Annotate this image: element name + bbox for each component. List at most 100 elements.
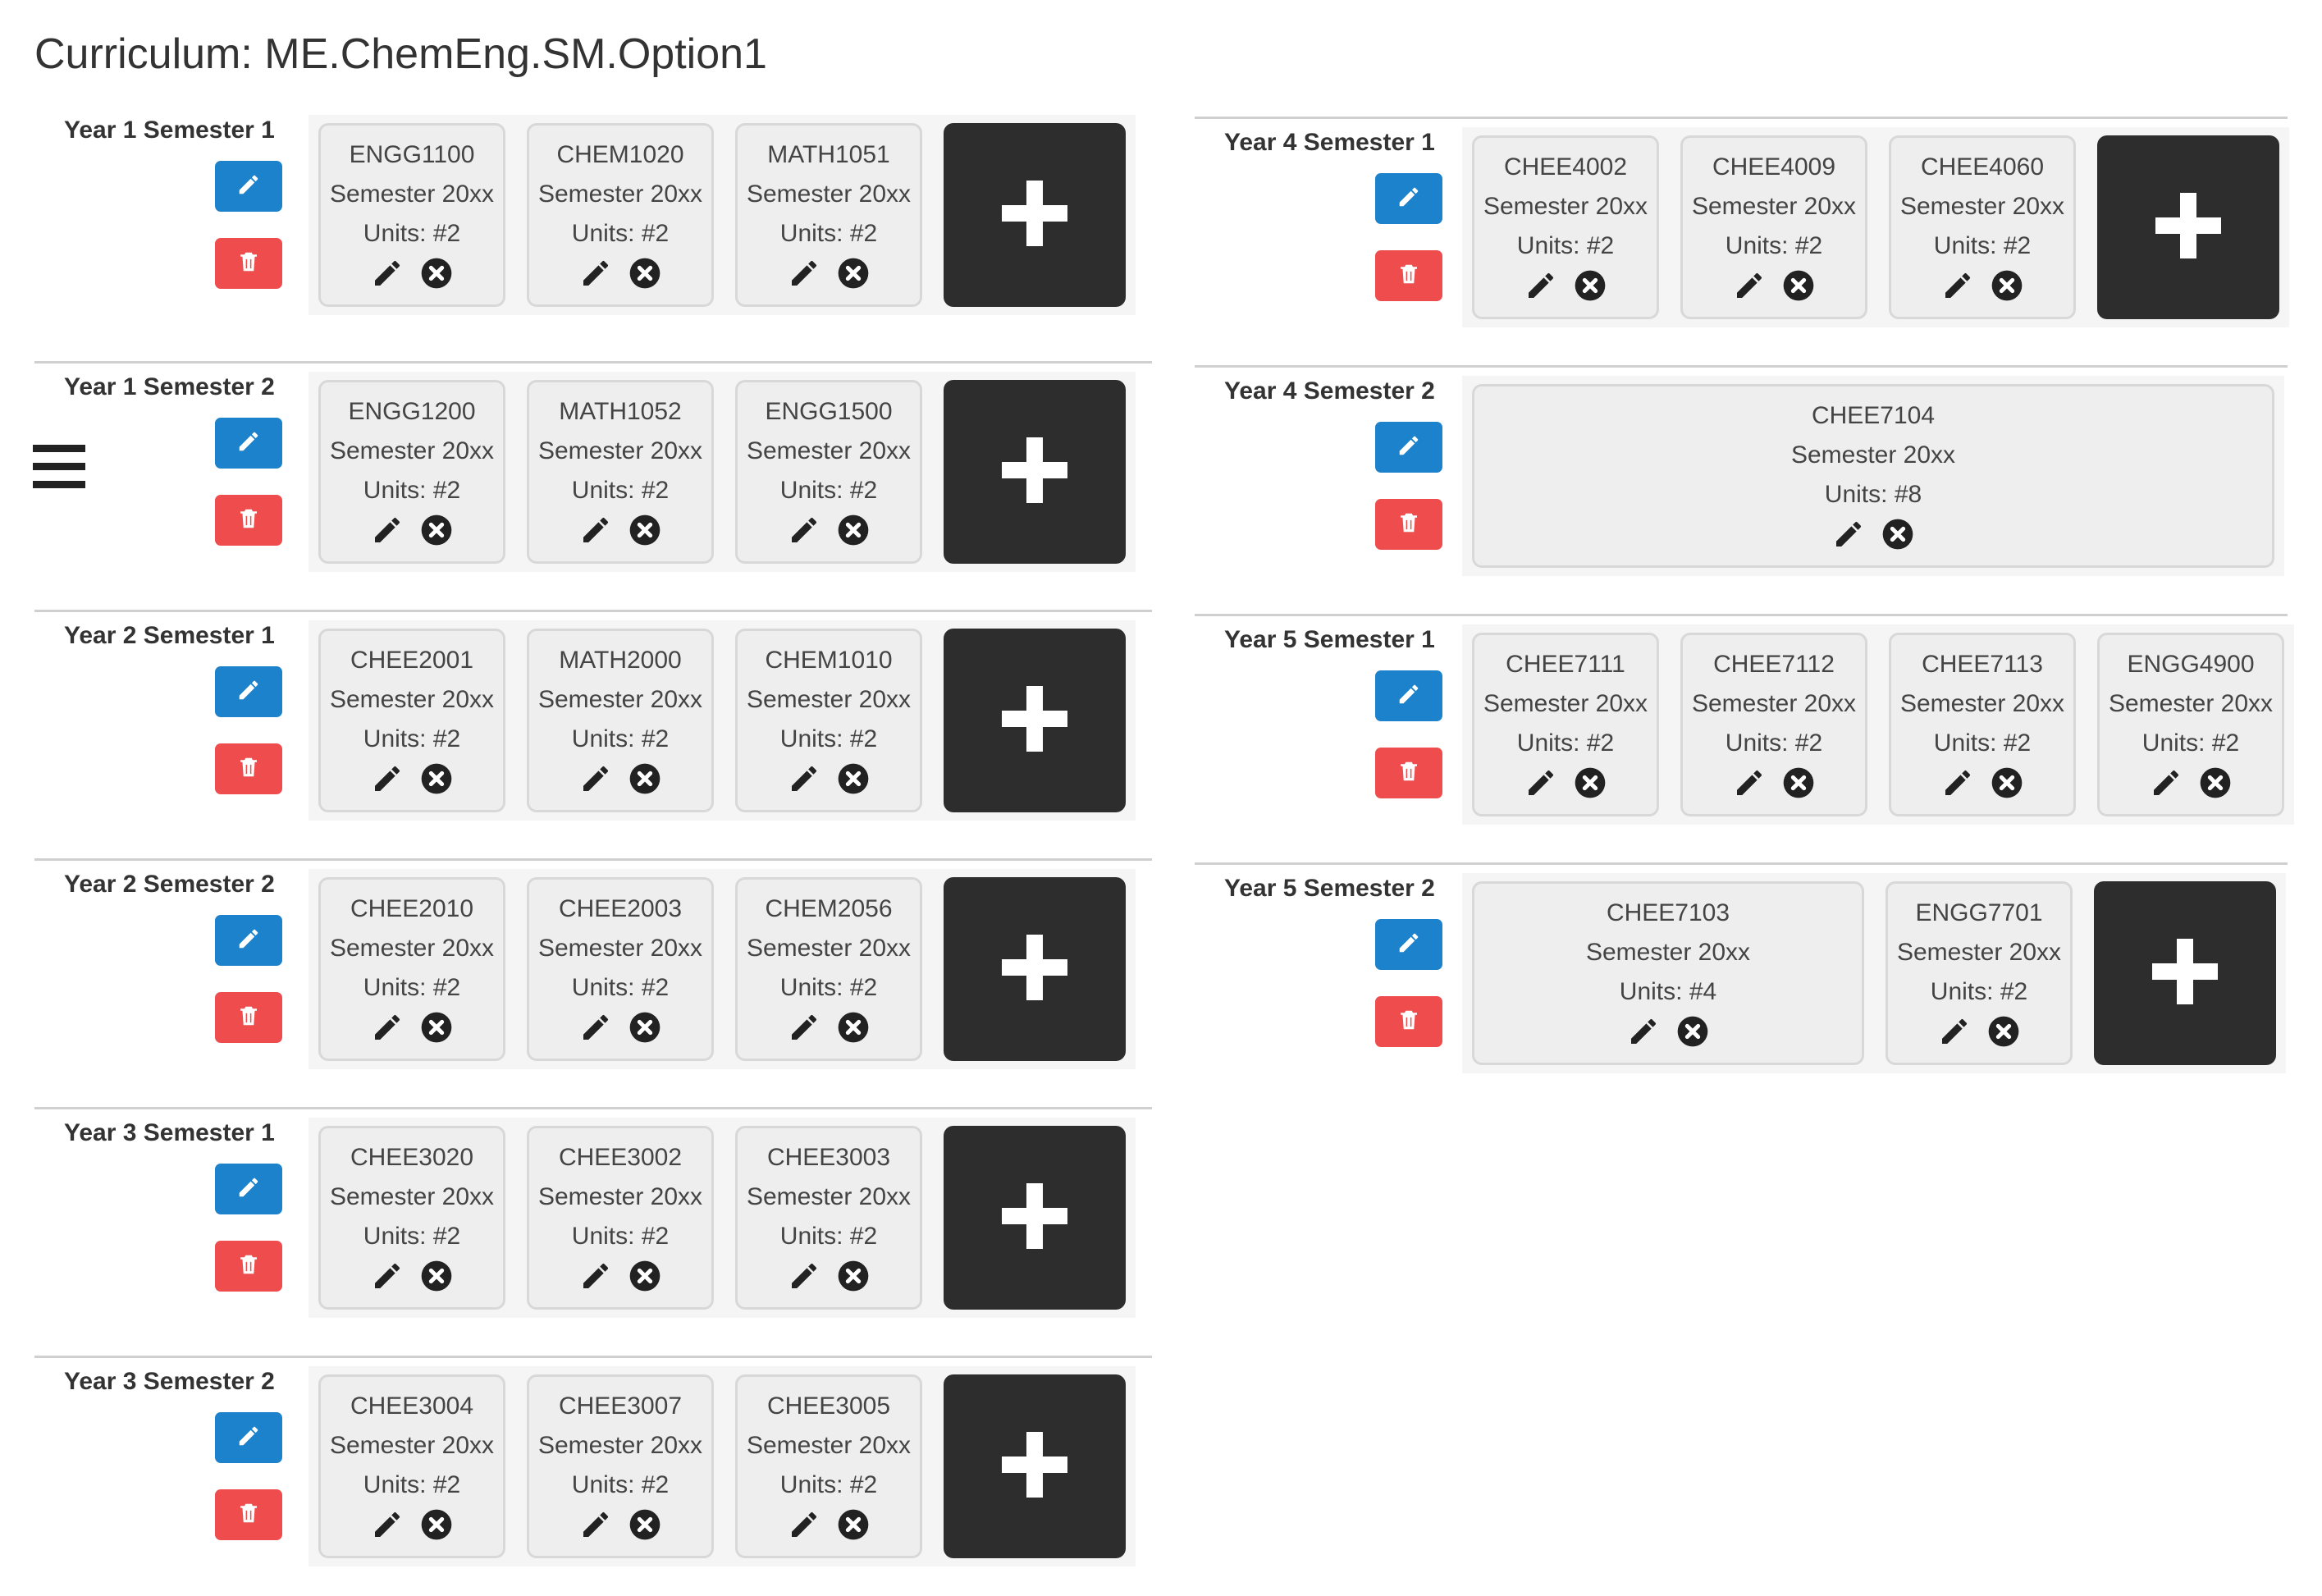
remove-course-icon[interactable] (837, 762, 870, 795)
course-card[interactable]: CHEE4009 Semester 20xx Units: #2 (1680, 135, 1867, 319)
course-card[interactable]: CHEE2001 Semester 20xx Units: #2 (318, 629, 505, 812)
remove-course-icon[interactable] (628, 1508, 661, 1541)
edit-course-pencil-icon[interactable] (788, 257, 820, 290)
remove-course-icon[interactable] (420, 514, 453, 546)
edit-course-pencil-icon[interactable] (1627, 1015, 1660, 1048)
remove-course-icon[interactable] (628, 257, 661, 290)
edit-course-pencil-icon[interactable] (371, 1011, 404, 1044)
remove-course-icon[interactable] (628, 1011, 661, 1044)
remove-course-icon[interactable] (420, 1011, 453, 1044)
add-course-button[interactable] (944, 380, 1126, 564)
course-card[interactable]: MATH2000 Semester 20xx Units: #2 (527, 629, 714, 812)
edit-course-pencil-icon[interactable] (788, 514, 820, 546)
remove-course-icon[interactable] (2199, 766, 2232, 799)
remove-course-icon[interactable] (628, 514, 661, 546)
course-card[interactable]: ENGG1200 Semester 20xx Units: #2 (318, 380, 505, 564)
course-card[interactable]: CHEE7112 Semester 20xx Units: #2 (1680, 633, 1867, 816)
remove-course-icon[interactable] (420, 1260, 453, 1292)
edit-course-pencil-icon[interactable] (371, 257, 404, 290)
course-card[interactable]: CHEE3007 Semester 20xx Units: #2 (527, 1374, 714, 1558)
add-course-button[interactable] (2094, 881, 2276, 1065)
edit-semester-button[interactable] (1375, 670, 1442, 721)
remove-course-icon[interactable] (1676, 1015, 1709, 1048)
edit-semester-button[interactable] (215, 1164, 282, 1214)
course-card[interactable]: CHEE3005 Semester 20xx Units: #2 (735, 1374, 922, 1558)
course-card[interactable]: ENGG7701 Semester 20xx Units: #2 (1885, 881, 2073, 1065)
course-card[interactable]: CHEM2056 Semester 20xx Units: #2 (735, 877, 922, 1061)
edit-semester-button[interactable] (1375, 919, 1442, 970)
remove-course-icon[interactable] (420, 1508, 453, 1541)
delete-semester-button[interactable] (1375, 499, 1442, 550)
remove-course-icon[interactable] (1991, 269, 2023, 302)
course-card[interactable]: CHEE7113 Semester 20xx Units: #2 (1889, 633, 2076, 816)
delete-semester-button[interactable] (215, 238, 282, 289)
course-card[interactable]: CHEE4060 Semester 20xx Units: #2 (1889, 135, 2076, 319)
edit-course-pencil-icon[interactable] (2150, 766, 2183, 799)
remove-course-icon[interactable] (837, 1260, 870, 1292)
remove-course-icon[interactable] (1881, 518, 1914, 551)
add-course-button[interactable] (944, 1126, 1126, 1310)
edit-course-pencil-icon[interactable] (1524, 766, 1557, 799)
add-course-button[interactable] (944, 877, 1126, 1061)
remove-course-icon[interactable] (1782, 766, 1815, 799)
course-card[interactable]: ENGG1100 Semester 20xx Units: #2 (318, 123, 505, 307)
add-course-button[interactable] (944, 1374, 1126, 1558)
course-card[interactable]: CHEE4002 Semester 20xx Units: #2 (1472, 135, 1659, 319)
course-card[interactable]: ENGG1500 Semester 20xx Units: #2 (735, 380, 922, 564)
course-card[interactable]: MATH1051 Semester 20xx Units: #2 (735, 123, 922, 307)
edit-course-pencil-icon[interactable] (371, 762, 404, 795)
remove-course-icon[interactable] (1574, 269, 1607, 302)
remove-course-icon[interactable] (1782, 269, 1815, 302)
edit-course-pencil-icon[interactable] (579, 1011, 612, 1044)
add-course-button[interactable] (944, 123, 1126, 307)
edit-course-pencil-icon[interactable] (1832, 518, 1865, 551)
edit-course-pencil-icon[interactable] (788, 1011, 820, 1044)
remove-course-icon[interactable] (628, 762, 661, 795)
delete-semester-button[interactable] (215, 1241, 282, 1292)
edit-semester-button[interactable] (215, 418, 282, 469)
remove-course-icon[interactable] (837, 1011, 870, 1044)
edit-semester-button[interactable] (215, 666, 282, 717)
course-card[interactable]: CHEM1020 Semester 20xx Units: #2 (527, 123, 714, 307)
add-course-button[interactable] (2097, 135, 2279, 319)
course-card[interactable]: ENGG4900 Semester 20xx Units: #2 (2097, 633, 2284, 816)
course-card[interactable]: MATH1052 Semester 20xx Units: #2 (527, 380, 714, 564)
delete-semester-button[interactable] (215, 1489, 282, 1540)
delete-semester-button[interactable] (215, 495, 282, 546)
edit-course-pencil-icon[interactable] (579, 1508, 612, 1541)
course-card[interactable]: CHEE2003 Semester 20xx Units: #2 (527, 877, 714, 1061)
delete-semester-button[interactable] (1375, 250, 1442, 301)
delete-semester-button[interactable] (1375, 996, 1442, 1047)
remove-course-icon[interactable] (1991, 766, 2023, 799)
edit-course-pencil-icon[interactable] (579, 514, 612, 546)
edit-semester-button[interactable] (1375, 422, 1442, 473)
course-card[interactable]: CHEM1010 Semester 20xx Units: #2 (735, 629, 922, 812)
remove-course-icon[interactable] (837, 514, 870, 546)
course-card[interactable]: CHEE7111 Semester 20xx Units: #2 (1472, 633, 1659, 816)
remove-course-icon[interactable] (837, 1508, 870, 1541)
edit-course-pencil-icon[interactable] (1941, 766, 1974, 799)
delete-semester-button[interactable] (215, 992, 282, 1043)
edit-course-pencil-icon[interactable] (788, 1508, 820, 1541)
remove-course-icon[interactable] (420, 257, 453, 290)
remove-course-icon[interactable] (1987, 1015, 2020, 1048)
edit-course-pencil-icon[interactable] (1733, 766, 1766, 799)
remove-course-icon[interactable] (420, 762, 453, 795)
edit-course-pencil-icon[interactable] (1733, 269, 1766, 302)
course-card[interactable]: CHEE7103 Semester 20xx Units: #4 (1472, 881, 1864, 1065)
edit-course-pencil-icon[interactable] (371, 514, 404, 546)
course-card[interactable]: CHEE2010 Semester 20xx Units: #2 (318, 877, 505, 1061)
edit-semester-button[interactable] (215, 161, 282, 212)
edit-semester-button[interactable] (215, 1412, 282, 1463)
remove-course-icon[interactable] (1574, 766, 1607, 799)
course-card[interactable]: CHEE3020 Semester 20xx Units: #2 (318, 1126, 505, 1310)
delete-semester-button[interactable] (1375, 748, 1442, 798)
course-card[interactable]: CHEE3003 Semester 20xx Units: #2 (735, 1126, 922, 1310)
delete-semester-button[interactable] (215, 743, 282, 794)
edit-course-pencil-icon[interactable] (579, 762, 612, 795)
remove-course-icon[interactable] (837, 257, 870, 290)
edit-course-pencil-icon[interactable] (371, 1508, 404, 1541)
edit-semester-button[interactable] (215, 915, 282, 966)
course-card[interactable]: CHEE3004 Semester 20xx Units: #2 (318, 1374, 505, 1558)
edit-course-pencil-icon[interactable] (788, 1260, 820, 1292)
